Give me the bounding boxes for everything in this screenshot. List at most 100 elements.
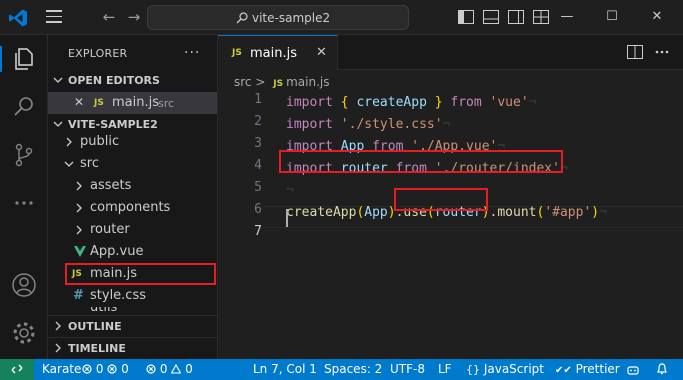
tree-item-components[interactable]: components [48, 197, 217, 219]
close-editor-icon[interactable]: ✕ [74, 95, 84, 109]
split-editor-icon[interactable] [627, 45, 643, 59]
explorer-more-actions-icon[interactable]: ··· [184, 45, 200, 61]
settings-gear-icon[interactable] [10, 319, 38, 347]
active-indicator [0, 46, 2, 72]
remote-icon [11, 364, 23, 374]
project-title: VITE-SAMPLE2 [68, 118, 158, 131]
timeline-section[interactable]: TIMELINE [48, 337, 217, 359]
warnings-count: 0 [121, 362, 129, 376]
breadcrumb[interactable]: src > JS main.js [234, 75, 329, 89]
code-token: ¬ [599, 205, 607, 220]
title-bar: ← → vite-sample2 — ☐ ✕ [0, 0, 683, 35]
open-editors-section[interactable]: OPEN EDITORS [48, 70, 217, 92]
activity-bar [0, 35, 48, 359]
code-token: createApp [286, 205, 357, 220]
line-number: 5 [254, 180, 262, 195]
outline-section[interactable]: OUTLINE [48, 315, 217, 337]
prettier-status[interactable]: ✔✔ Prettier [555, 362, 620, 376]
use-router-highlight-box [394, 188, 488, 211]
chevron-down-icon [53, 77, 63, 83]
back-arrow-icon[interactable]: ← [101, 9, 117, 25]
language-label: JavaScript [483, 362, 544, 376]
open-editor-folder: src [158, 97, 175, 110]
code-token: App [364, 205, 388, 220]
tree-item-label: public [80, 134, 120, 149]
more-actions-icon[interactable] [654, 45, 670, 59]
text-cursor [286, 209, 288, 227]
more-icon[interactable] [10, 189, 38, 217]
code-line[interactable]: import './style.css'¬ [286, 114, 450, 136]
explorer-title: EXPLORER [68, 47, 128, 60]
command-center-search[interactable]: vite-sample2 [147, 5, 409, 30]
tree-item-assets[interactable]: assets [48, 175, 217, 197]
chevron-down-icon [53, 121, 63, 127]
tree-item-label: components [90, 200, 171, 215]
branch-label[interactable]: Karate [42, 362, 81, 376]
tree-item-label: utils [90, 307, 118, 315]
info-icon [170, 363, 182, 374]
code-token: './style.css' [340, 117, 443, 132]
toggle-panel-icon[interactable] [483, 10, 499, 24]
prettier-label: Prettier [575, 362, 620, 376]
cursor-position[interactable]: Ln 7, Col 1 [253, 362, 317, 376]
code-line[interactable]: ¬ [286, 180, 294, 202]
vue-file-icon [74, 246, 86, 257]
line-number: 6 [254, 202, 262, 217]
open-editors-title: OPEN EDITORS [68, 74, 160, 87]
info-count: 0 [185, 362, 193, 376]
tree-item-label: router [90, 222, 130, 237]
tree-item-app-vue[interactable]: App.vue [48, 241, 217, 263]
search-icon [236, 12, 248, 24]
toggle-secondary-sidebar-icon[interactable] [508, 10, 524, 24]
ports-status[interactable]: 0 0 [146, 362, 193, 376]
errors-count: 0 [95, 362, 104, 376]
maximize-icon[interactable]: ☐ [601, 6, 623, 28]
import-router-highlight-box [279, 150, 563, 173]
code-line[interactable]: import { createApp } from 'vue'¬ [286, 92, 537, 114]
remote-indicator[interactable] [0, 359, 34, 380]
code-token: 'vue' [489, 95, 529, 110]
tree-item-utils[interactable]: utils [48, 307, 217, 315]
errors-status[interactable]: 0 0 [82, 362, 129, 376]
chevron-right-icon [55, 321, 61, 331]
outline-title: OUTLINE [68, 320, 122, 333]
explorer-sidebar: EXPLORER ··· OPEN EDITORS ✕ JS main.js s… [48, 35, 218, 359]
tab-main-js[interactable]: JS main.js ✕ [218, 35, 338, 70]
indentation[interactable]: Spaces: 2 [324, 362, 382, 376]
close-tab-icon[interactable]: ✕ [316, 45, 327, 60]
code-token: ) [591, 205, 600, 220]
account-icon[interactable] [10, 271, 38, 299]
code-token: { [332, 95, 357, 110]
minimize-icon[interactable]: — [556, 6, 578, 28]
end-of-line[interactable]: LF [438, 362, 452, 376]
code-token: import [286, 117, 333, 132]
tree-item-src[interactable]: src [48, 153, 217, 175]
encoding[interactable]: UTF-8 [390, 362, 425, 376]
breadcrumb-folder[interactable]: src [234, 75, 252, 89]
language-mode[interactable]: {} JavaScript [466, 362, 544, 376]
chevron-right-icon [66, 137, 72, 147]
search-icon[interactable] [10, 93, 38, 121]
explorer-icon[interactable] [10, 45, 38, 73]
menu-icon[interactable] [46, 10, 62, 24]
css-file-icon: # [73, 288, 84, 303]
toggle-primary-sidebar-icon[interactable] [458, 10, 474, 24]
tree-item-label: App.vue [90, 244, 144, 259]
copilot-icon[interactable] [627, 363, 639, 376]
line-number: 4 [254, 158, 262, 173]
vscode-logo-icon[interactable] [8, 8, 28, 28]
tree-item-style-css[interactable]: # style.css [48, 285, 217, 307]
open-editor-item[interactable]: ✕ JS main.js src [48, 92, 217, 114]
close-window-icon[interactable]: ✕ [646, 6, 668, 28]
tree-item-public[interactable]: public [48, 131, 217, 153]
breadcrumb-file[interactable]: main.js [286, 75, 329, 89]
tree-item-label: src [80, 156, 99, 171]
forward-arrow-icon[interactable]: → [126, 9, 142, 25]
tree-item-router[interactable]: router [48, 219, 217, 241]
customize-layout-icon[interactable] [533, 10, 549, 24]
ports-count: 0 [159, 362, 168, 376]
notifications-bell-icon[interactable] [656, 363, 668, 376]
source-control-icon[interactable] [10, 141, 38, 169]
line-number: 3 [254, 136, 262, 151]
